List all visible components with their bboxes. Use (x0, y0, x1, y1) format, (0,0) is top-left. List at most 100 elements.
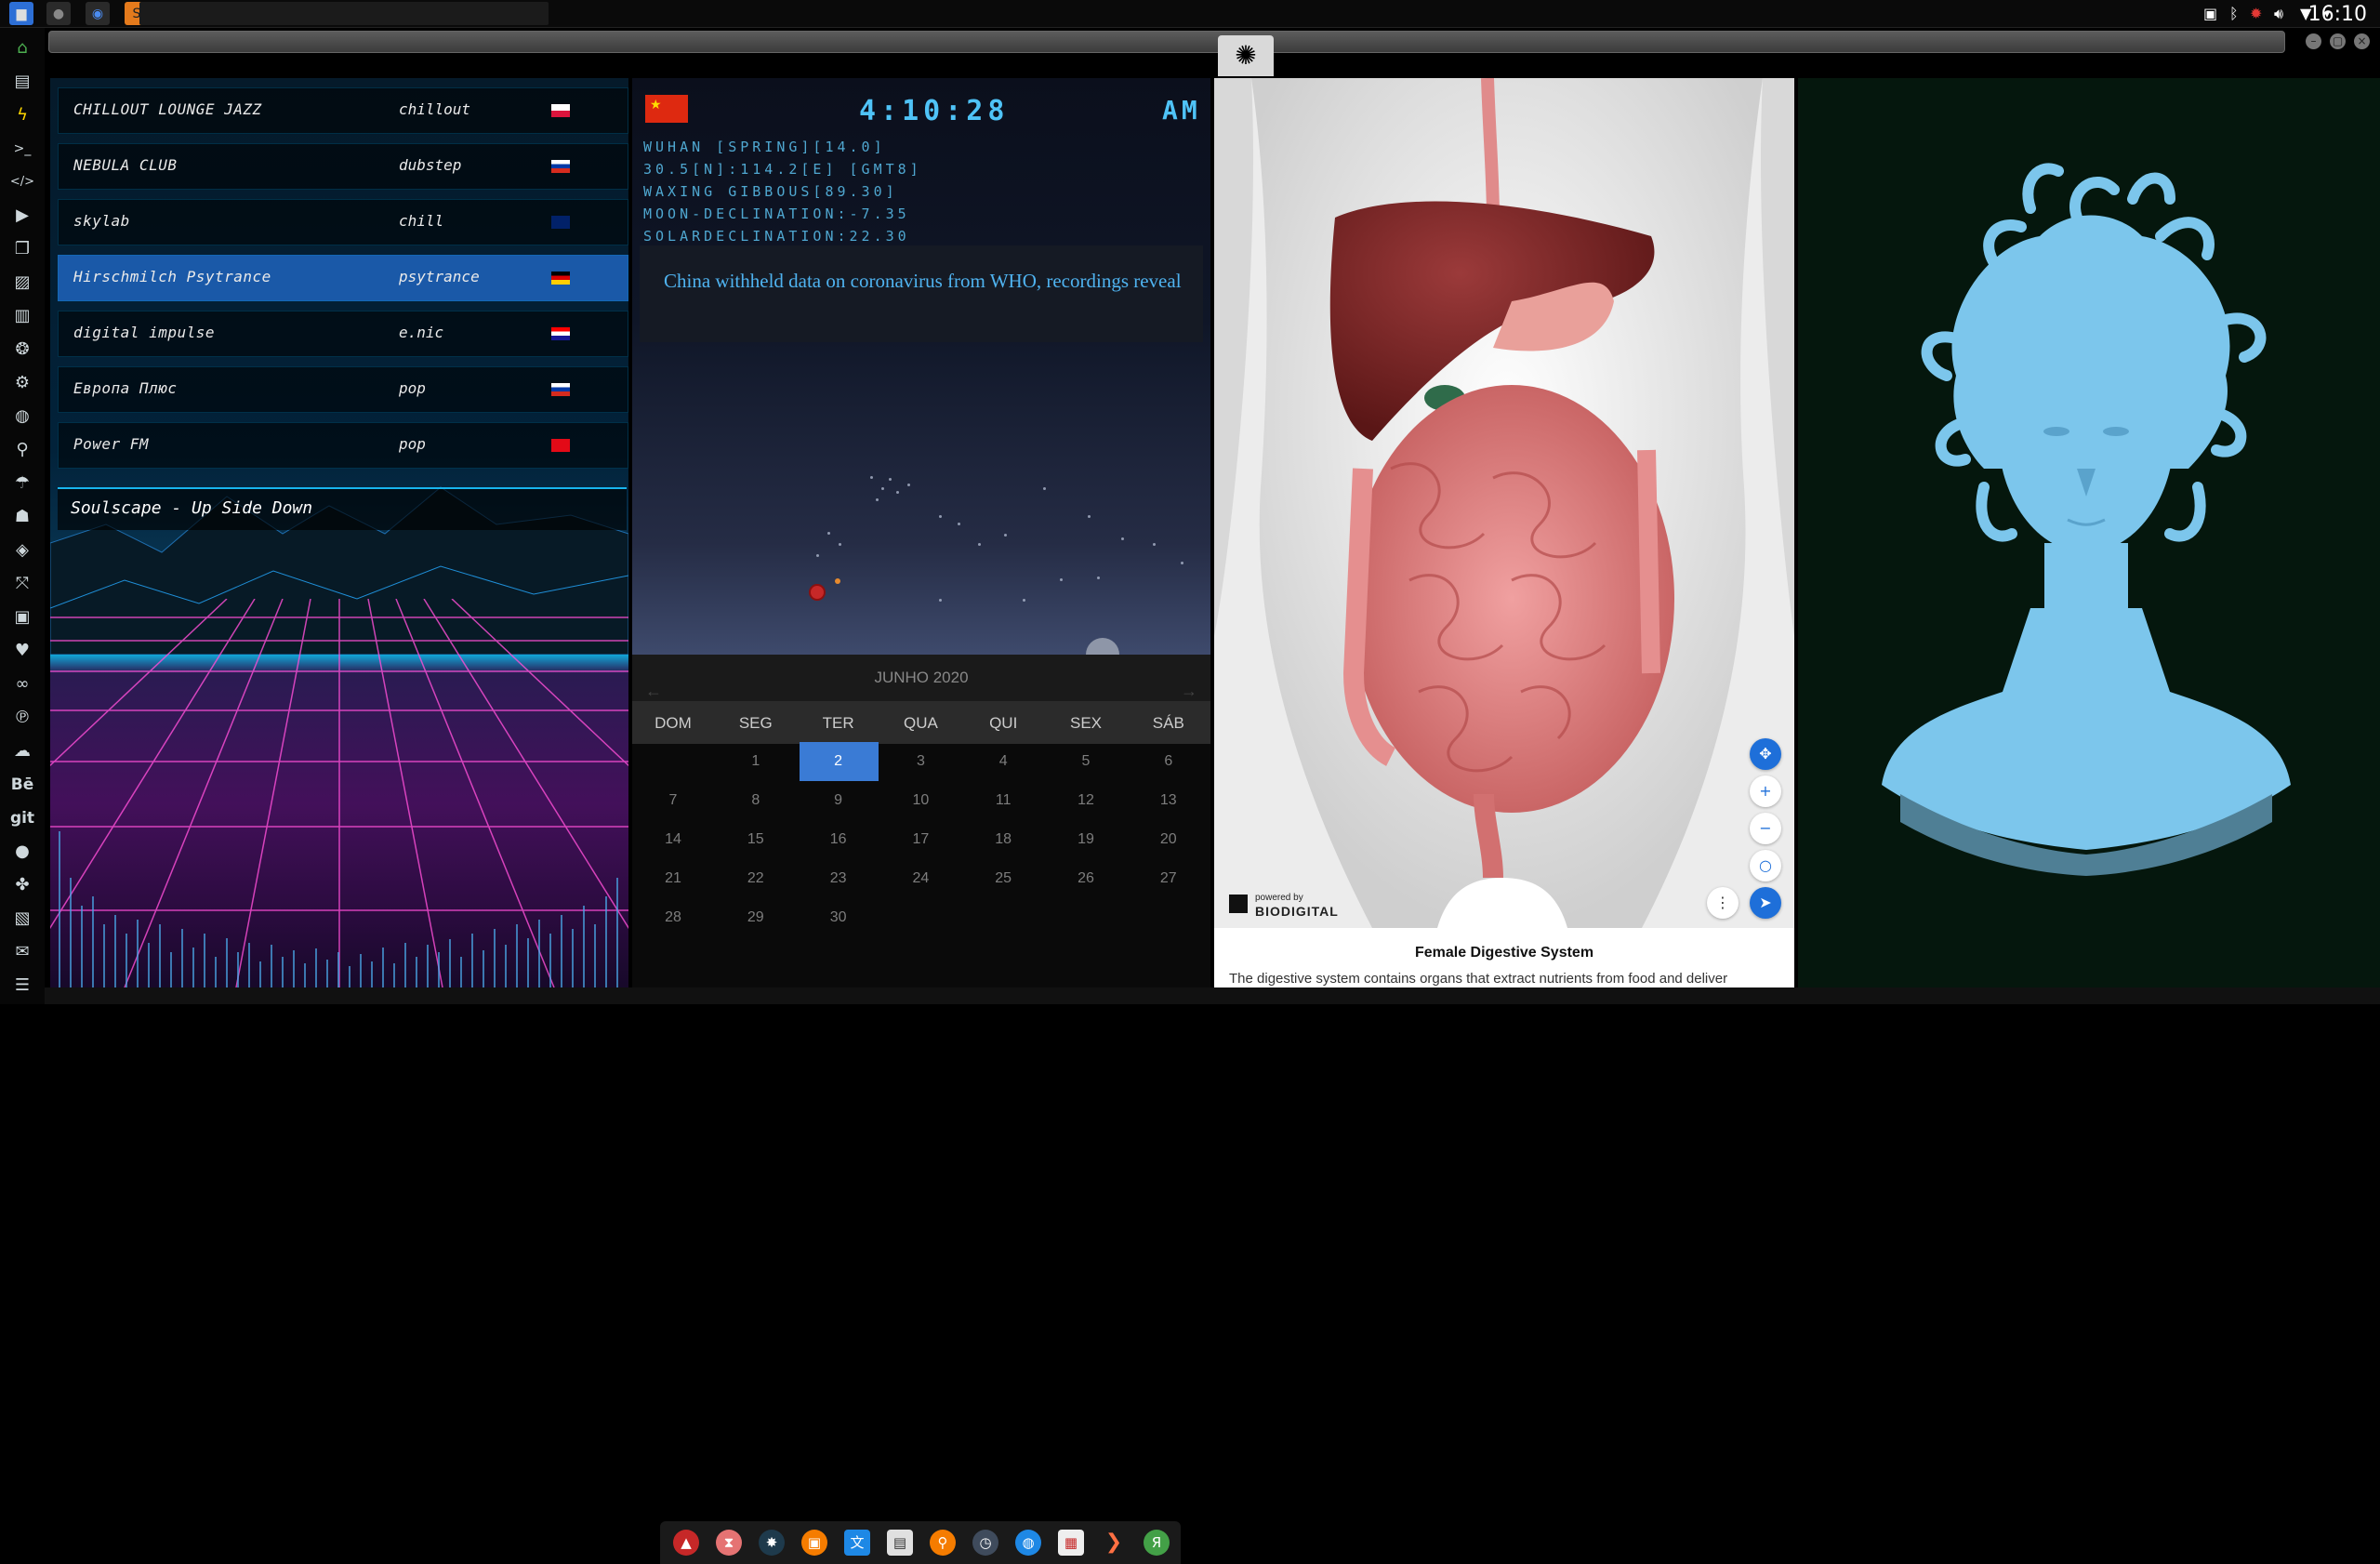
calendar-day[interactable]: 15 (715, 831, 797, 848)
home-icon[interactable]: ⌂ (9, 35, 35, 61)
code-icon[interactable]: </> (9, 169, 35, 195)
taskbar-strip[interactable] (139, 2, 549, 25)
station-row[interactable]: CHILLOUT LOUNGE JAZZ chillout (58, 87, 628, 134)
calendar-day[interactable]: 18 (962, 831, 1044, 848)
play-icon[interactable]: ▶ (9, 203, 35, 229)
more-icon[interactable]: ⋮ (1707, 887, 1739, 919)
infinity-icon[interactable]: ∞ (9, 671, 35, 697)
puzzle-icon[interactable]: ✤ (9, 872, 35, 898)
calendar-icon[interactable]: ▦ (1058, 1530, 1084, 1556)
zoom-in-icon[interactable]: + (1750, 775, 1781, 807)
station-row[interactable]: Hirschmilch Psytrance psytrance (58, 255, 628, 301)
calendar-day[interactable]: 1 (715, 753, 797, 770)
bug-icon[interactable]: ✹ (2250, 5, 2262, 22)
globe-icon[interactable]: ◍ (1015, 1530, 1041, 1556)
calendar-day[interactable]: 13 (1128, 792, 1210, 809)
photo-icon[interactable]: ▣ (801, 1530, 827, 1556)
calendar-day[interactable]: 25 (962, 870, 1044, 887)
gear-icon[interactable]: ⚙ (9, 370, 35, 396)
arrow-icon[interactable]: ❯ (1101, 1530, 1127, 1556)
calendar-day[interactable]: 7 (632, 792, 714, 809)
news-box[interactable]: China withheld data on coronavirus from … (640, 245, 1203, 342)
calendar-day[interactable]: 23 (798, 870, 879, 887)
lightning-icon[interactable]: ϟ (9, 102, 35, 128)
calendar-day[interactable]: 27 (1128, 870, 1210, 887)
calendar-day[interactable]: 14 (632, 831, 714, 848)
calendar-day[interactable]: 5 (1045, 753, 1127, 770)
anatomy-info-card[interactable]: Female Digestive System The digestive sy… (1214, 928, 1794, 987)
calendar-day[interactable]: 19 (1045, 831, 1127, 848)
contact-icon[interactable]: ☗ (9, 504, 35, 530)
minimize-button[interactable]: – (2306, 33, 2321, 49)
behance-icon[interactable]: Bē (9, 772, 35, 798)
youtube-icon[interactable]: ▣ (9, 604, 35, 630)
now-playing-bar[interactable]: Soulscape - Up Side Down (58, 487, 627, 530)
image-icon[interactable]: ▣ (2203, 5, 2217, 22)
reset-icon[interactable]: ○ (1750, 850, 1781, 881)
hourglass-icon[interactable]: ⧗ (716, 1530, 742, 1556)
cloud-icon[interactable]: ☁ (9, 738, 35, 764)
book-icon[interactable]: ▥ (9, 303, 35, 329)
expand-icon[interactable]: ⤧ (9, 571, 35, 597)
calendar-day[interactable]: 3 (879, 753, 961, 770)
terminal-icon[interactable]: >_ (9, 136, 35, 162)
station-row[interactable]: digital impulse e.nic (58, 311, 628, 357)
news-headline[interactable]: China withheld data on coronavirus from … (664, 270, 1184, 292)
calendar-day[interactable]: 28 (632, 909, 714, 926)
calendar-day[interactable]: 6 (1128, 753, 1210, 770)
title-field[interactable] (48, 31, 2285, 53)
git-icon[interactable]: git (9, 805, 35, 831)
files-app-icon[interactable]: ▆ (9, 2, 33, 25)
pinterest-icon[interactable]: ℗ (9, 705, 35, 731)
calendar-day[interactable]: 21 (632, 870, 714, 887)
planet-icon[interactable]: ✸ (759, 1530, 785, 1556)
app-icon[interactable]: ● (46, 2, 71, 25)
close-button[interactable]: × (2354, 33, 2370, 49)
maximize-button[interactable]: ▢ (2330, 33, 2346, 49)
calendar-day[interactable]: 12 (1045, 792, 1127, 809)
copy-icon[interactable]: ❐ (9, 236, 35, 262)
calendar-day[interactable]: 9 (798, 792, 879, 809)
station-row[interactable]: Power FM pop (58, 422, 628, 469)
arch-icon[interactable]: ▲ (673, 1530, 699, 1556)
image-icon[interactable]: ▨ (9, 270, 35, 296)
yandex-icon[interactable]: Я (1144, 1530, 1170, 1556)
volume-icon[interactable]: 🔊︎ (2274, 5, 2283, 23)
move-icon[interactable]: ✥ (1750, 738, 1781, 770)
calendar-day[interactable]: 2 (798, 753, 879, 770)
calendar-day[interactable]: 11 (962, 792, 1044, 809)
calendar-day[interactable]: 26 (1045, 870, 1127, 887)
mail-icon[interactable]: ✉ (9, 939, 35, 965)
calendar-day[interactable]: 10 (879, 792, 961, 809)
calendar-day[interactable]: 16 (798, 831, 879, 848)
chrome-icon[interactable]: ◉ (86, 2, 110, 25)
calendar-day[interactable]: 22 (715, 870, 797, 887)
digestive-system-model[interactable] (1214, 78, 1794, 928)
heart-icon[interactable]: ♥ (9, 638, 35, 664)
bluetooth-icon[interactable]: ᛒ (2229, 5, 2239, 22)
calendar-day[interactable]: 8 (715, 792, 797, 809)
magnifier-icon[interactable]: ⚲ (930, 1530, 956, 1556)
calendar-day[interactable]: 4 (962, 753, 1044, 770)
station-row[interactable]: skylab chill (58, 199, 628, 245)
news-icon[interactable]: ▤ (887, 1530, 913, 1556)
calendar-day[interactable]: 30 (798, 909, 879, 926)
search-icon[interactable]: ⚲ (9, 437, 35, 463)
aperture-icon[interactable]: ❂ (9, 337, 35, 363)
zoom-out-icon[interactable]: − (1750, 813, 1781, 844)
github-icon[interactable]: ● (9, 839, 35, 865)
navigate-icon[interactable]: ➤ (1750, 887, 1781, 919)
clock-icon[interactable]: ◷ (972, 1530, 998, 1556)
calendar-day[interactable]: 29 (715, 909, 797, 926)
list-icon[interactable]: ☰ (9, 973, 35, 999)
globe-icon[interactable]: ◍ (9, 404, 35, 430)
map-icon[interactable]: ▧ (9, 906, 35, 932)
calendar-day[interactable]: 17 (879, 831, 961, 848)
document-icon[interactable]: ▤ (9, 69, 35, 95)
translate-icon[interactable]: 文 (844, 1530, 870, 1556)
umbrella-icon[interactable]: ☂ (9, 471, 35, 497)
calendar-day[interactable]: 24 (879, 870, 961, 887)
station-row[interactable]: NEBULA CLUB dubstep (58, 143, 628, 190)
tag-icon[interactable]: ◈ (9, 537, 35, 563)
calendar-day[interactable]: 20 (1128, 831, 1210, 848)
